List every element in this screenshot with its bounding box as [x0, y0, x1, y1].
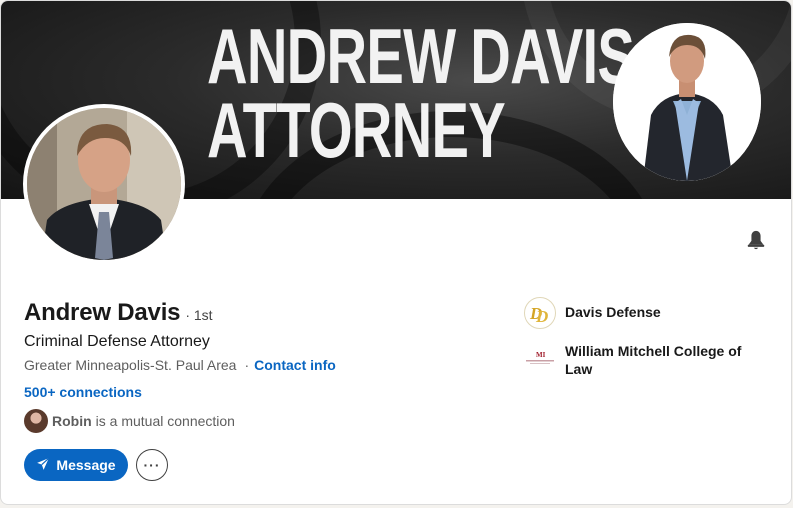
message-label: Message	[56, 457, 116, 473]
experience-item-william-mitchell[interactable]: MI William Mitchell College of Law	[524, 341, 755, 378]
profile-location: Greater Minneapolis-St. Paul Area	[24, 357, 237, 373]
more-button[interactable]: ···	[136, 449, 168, 481]
message-button[interactable]: Message	[24, 449, 128, 481]
location-row: Greater Minneapolis-St. Paul Area · Contac…	[24, 357, 336, 373]
banner-title-line-1: ANDREW DAVIS	[207, 12, 635, 100]
more-icon: ···	[143, 457, 161, 473]
william-mitchell-logo: MI	[524, 341, 556, 373]
name-row: Andrew Davis · 1st	[24, 299, 213, 327]
bell-icon[interactable]	[743, 227, 769, 253]
profile-card: ANDREW DAVIS ATTORNEY Andrew Davis · 1st…	[0, 0, 792, 505]
banner-title: ANDREW DAVIS ATTORNEY	[207, 12, 635, 174]
mutual-connection[interactable]: Robin is a mutual connection	[24, 409, 235, 433]
davis-defense-logo: D D	[524, 297, 556, 329]
svg-text:MI: MI	[536, 351, 546, 359]
mutual-text: is a mutual connection	[95, 413, 235, 429]
experience-name: William Mitchell College of Law	[565, 343, 742, 377]
separator: ·	[244, 357, 250, 373]
mutual-name: Robin	[52, 413, 92, 429]
svg-text:D: D	[535, 307, 548, 326]
experience-item-davis-defense[interactable]: D D Davis Defense	[524, 297, 755, 329]
paper-plane-icon	[36, 457, 50, 474]
profile-photo[interactable]	[23, 104, 185, 264]
banner-portrait	[613, 23, 761, 181]
profile-headline: Criminal Defense Attorney	[24, 333, 210, 350]
connections-link[interactable]: 500+ connections	[24, 384, 142, 400]
contact-info-link[interactable]: Contact info	[254, 357, 336, 373]
mutual-avatar	[24, 409, 48, 433]
banner-title-line-2: ATTORNEY	[207, 86, 506, 174]
experience-name: Davis Defense	[565, 304, 661, 320]
profile-name: Andrew Davis	[24, 299, 181, 326]
connection-degree: · 1st	[185, 307, 213, 323]
